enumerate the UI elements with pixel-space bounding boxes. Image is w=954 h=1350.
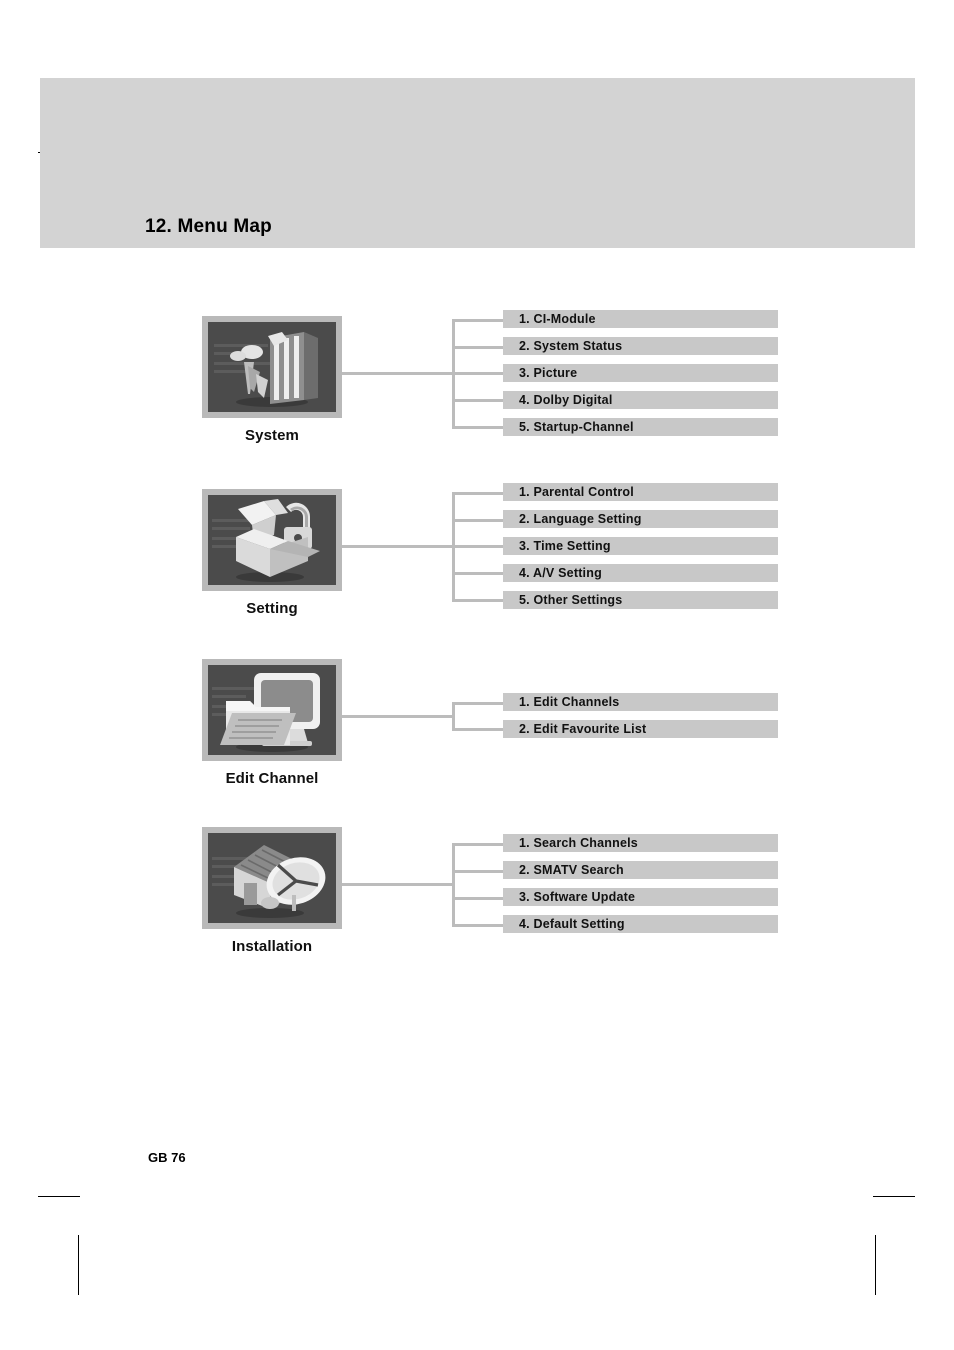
connector-branch: [452, 897, 504, 900]
open-box-lock-icon: [202, 489, 342, 591]
connector-stem: [342, 883, 454, 886]
connector-branch: [452, 346, 504, 349]
menu-item[interactable]: 1. Search Channels: [503, 834, 778, 852]
connector-stem: [342, 715, 454, 718]
connector-spine: [452, 702, 455, 731]
menu-group-icon-block: Edit Channel: [202, 659, 342, 787]
menu-group-caption: System: [245, 427, 299, 444]
menu-item[interactable]: 1. CI-Module: [503, 310, 778, 328]
connector-branch: [452, 702, 504, 705]
connector-branch: [452, 519, 504, 522]
connector-spine: [452, 843, 455, 927]
connector-branch: [452, 492, 504, 495]
menu-item[interactable]: 2. System Status: [503, 337, 778, 355]
menu-group-caption: Setting: [246, 600, 298, 617]
menu-group-icon-block: Installation: [202, 827, 342, 955]
connector-branch: [452, 572, 504, 575]
icon-image-area: [208, 833, 336, 923]
connector-branch: [452, 870, 504, 873]
menu-item[interactable]: 5. Startup-Channel: [503, 418, 778, 436]
icon-image-area: [208, 322, 336, 412]
menu-group-caption: Installation: [231, 938, 313, 955]
connector-branch: [452, 372, 504, 375]
menu-item[interactable]: 2. Language Setting: [503, 510, 778, 528]
tv-folder-icon: [202, 659, 342, 761]
icon-image-area: [208, 495, 336, 585]
menu-group-icon-block: Setting: [202, 489, 342, 617]
menu-item[interactable]: 3. Picture: [503, 364, 778, 382]
menu-item[interactable]: 4. A/V Setting: [503, 564, 778, 582]
connector-branch: [452, 728, 504, 731]
connector-branch: [452, 426, 504, 429]
connector-branch: [452, 319, 504, 322]
connector-stem: [342, 545, 454, 548]
menu-group-caption: Edit Channel: [225, 770, 319, 787]
connector-stem: [342, 372, 454, 375]
menu-item[interactable]: 3. Software Update: [503, 888, 778, 906]
menu-item[interactable]: 4. Dolby Digital: [503, 391, 778, 409]
icon-image-area: [208, 665, 336, 755]
connector-branch: [452, 924, 504, 927]
menu-map-diagram: System 1. CI-Module 2. System Status 3. …: [0, 0, 954, 1350]
menu-item[interactable]: 5. Other Settings: [503, 591, 778, 609]
menu-item[interactable]: 4. Default Setting: [503, 915, 778, 933]
connector-branch: [452, 545, 504, 548]
menu-group-icon-block: System: [202, 316, 342, 444]
menu-item[interactable]: 2. Edit Favourite List: [503, 720, 778, 738]
menu-item[interactable]: 1. Edit Channels: [503, 693, 778, 711]
menu-item[interactable]: 3. Time Setting: [503, 537, 778, 555]
menu-item[interactable]: 1. Parental Control: [503, 483, 778, 501]
page-number: GB 76: [148, 1150, 186, 1165]
broadcast-tower-icon: [202, 316, 342, 418]
connector-branch: [452, 843, 504, 846]
menu-item[interactable]: 2. SMATV Search: [503, 861, 778, 879]
connector-branch: [452, 399, 504, 402]
house-satellite-dish-icon: [202, 827, 342, 929]
connector-branch: [452, 599, 504, 602]
